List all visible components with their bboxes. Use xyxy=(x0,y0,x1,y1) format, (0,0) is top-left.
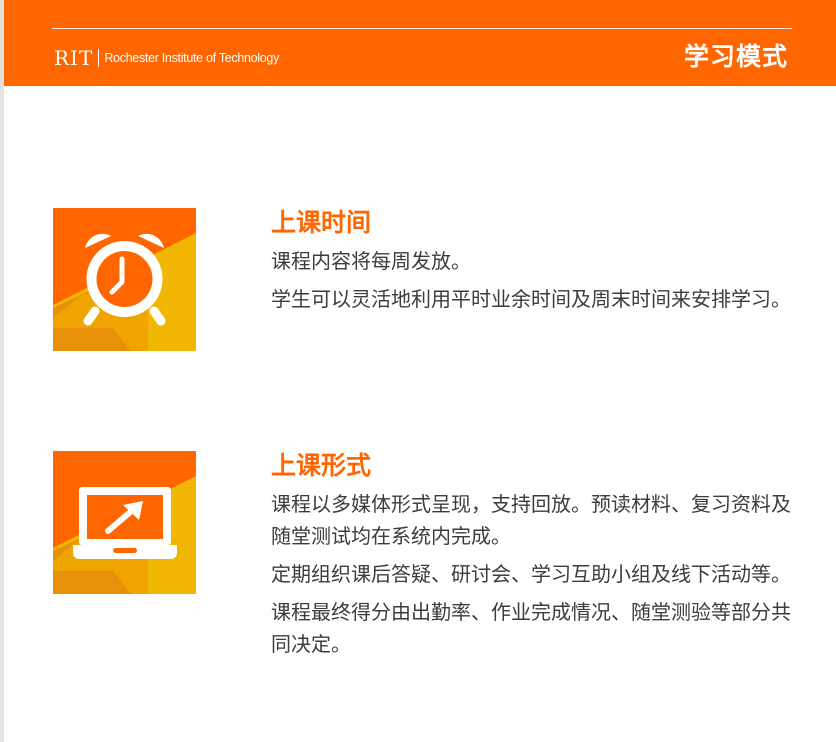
section-paragraph: 学生可以灵活地利用平时业余时间及周末时间来安排学习。 xyxy=(271,287,791,311)
section-paragraph: 课程内容将每周发放。 xyxy=(271,249,471,273)
page: RIT Rochester Institute of Technology 学习… xyxy=(0,0,836,742)
header-divider xyxy=(52,28,792,29)
alarm-clock-icon xyxy=(53,208,196,351)
logo-text: Rochester Institute of Technology xyxy=(104,51,280,65)
section-paragraph: 课程以多媒体形式呈现，支持回放。预读材料、复习资料及随堂测试均在系统内完成。 xyxy=(271,492,791,548)
section-content: 上课形式 课程以多媒体形式呈现，支持回放。预读材料、复习资料及随堂测试均在系统内… xyxy=(271,450,796,666)
section-paragraph: 定期组织课后答疑、研讨会、学习互助小组及线下活动等。 xyxy=(271,562,791,586)
page-edge-shadow xyxy=(0,0,4,742)
logo-mark: RIT xyxy=(54,46,94,70)
section-paragraph: 课程最终得分由出勤率、作业完成情况、随堂测验等部分共同决定。 xyxy=(271,600,791,656)
header-banner: RIT Rochester Institute of Technology 学习… xyxy=(4,0,836,86)
laptop-icon xyxy=(53,451,196,594)
section-content: 上课时间 课程内容将每周发放。 学生可以灵活地利用平时业余时间及周末时间来安排学… xyxy=(271,207,796,321)
section-title: 上课时间 xyxy=(271,208,372,237)
page-title: 学习模式 xyxy=(683,42,788,71)
logo-separator xyxy=(98,49,100,67)
rit-logo: RIT Rochester Institute of Technology xyxy=(54,47,279,69)
section-title: 上课形式 xyxy=(271,451,372,480)
